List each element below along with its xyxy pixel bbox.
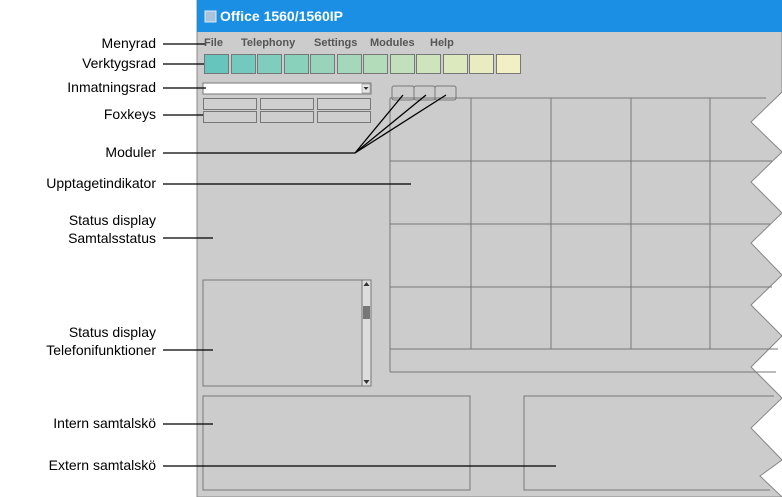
menu-telephony[interactable]: Telephony (241, 37, 295, 49)
label-moduler: Moduler (105, 144, 156, 160)
foxkey[interactable] (317, 111, 371, 123)
label-menyrad: Menyrad (101, 35, 156, 51)
label-inmatningsrad: Inmatningsrad (67, 79, 156, 95)
label-status-display-1: Status display (68, 212, 156, 228)
window-title: Office 1560/1560IP (220, 8, 343, 24)
label-verktygsrad: Verktygsrad (82, 55, 156, 71)
toolbar-button[interactable] (310, 54, 335, 74)
label-foxkeys: Foxkeys (103, 106, 156, 122)
toolbar-button[interactable] (469, 54, 494, 74)
app-icon (204, 10, 217, 23)
toolbar-button[interactable] (257, 54, 282, 74)
internal-queue-panel (202, 395, 471, 491)
label-extern-samtalsko: Extern samtalskö (48, 457, 156, 473)
toolbar-button[interactable] (495, 54, 521, 74)
label-status-display-2: Status display (68, 324, 156, 340)
menu-file[interactable]: File (204, 37, 223, 49)
foxkey[interactable] (317, 98, 371, 110)
label-intern-samtalsko: Intern samtalskö (53, 415, 156, 431)
toolbar-button[interactable] (389, 54, 415, 74)
toolbar-button[interactable] (283, 54, 309, 74)
input-field[interactable] (202, 82, 372, 95)
scrollbar[interactable] (361, 279, 372, 387)
label-telefonifunktioner: Telefonifunktioner (46, 342, 156, 358)
toolbar-button[interactable] (442, 54, 468, 74)
label-upptagetindikator: Upptagetindikator (46, 175, 156, 191)
menu-settings[interactable]: Settings (314, 37, 357, 49)
toolbar-button[interactable] (336, 54, 362, 74)
toolbar-button[interactable] (204, 54, 229, 74)
menu-modules[interactable]: Modules (370, 37, 415, 49)
telephony-status-panel (202, 279, 372, 387)
scroll-thumb[interactable] (363, 306, 370, 319)
toolbar-button[interactable] (416, 54, 441, 74)
foxkey[interactable] (203, 111, 257, 123)
label-samtalsstatus: Samtalsstatus (68, 230, 156, 246)
menu-help[interactable]: Help (430, 37, 454, 49)
foxkey[interactable] (260, 98, 314, 110)
toolbar-button[interactable] (363, 54, 388, 74)
foxkey[interactable] (203, 98, 257, 110)
toolbar-button[interactable] (230, 54, 256, 74)
foxkey[interactable] (260, 111, 314, 123)
